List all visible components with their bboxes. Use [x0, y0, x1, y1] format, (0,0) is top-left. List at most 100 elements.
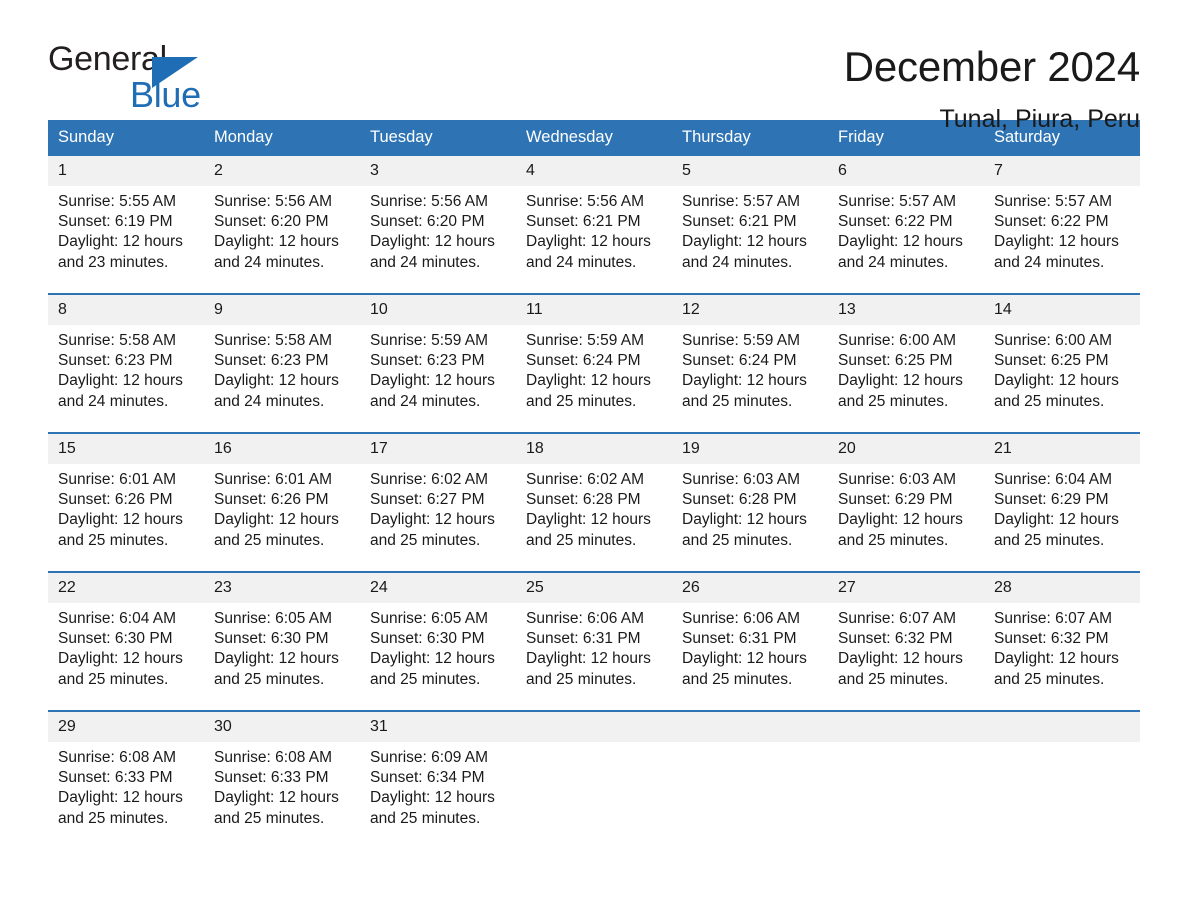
day-daylight-text: Daylight: 12 hours — [370, 789, 495, 807]
day-number-cell[interactable]: 22 — [48, 573, 204, 603]
day-daylight-text: Daylight: 12 hours — [214, 789, 339, 807]
day-sunset-text: Sunset: 6:31 PM — [526, 630, 641, 648]
empty-detail-cell — [828, 742, 984, 848]
day-daylight-text: and 25 minutes. — [838, 670, 949, 688]
day-sunset-text: Sunset: 6:21 PM — [526, 213, 641, 231]
day-sunset-text: Sunset: 6:25 PM — [994, 352, 1109, 370]
day-daylight-text: and 25 minutes. — [58, 809, 169, 827]
day-daylight-text: Daylight: 12 hours — [526, 233, 651, 251]
day-number-cell[interactable]: 17 — [360, 434, 516, 464]
day-number-cell[interactable]: 31 — [360, 712, 516, 742]
day-sunrise-text: Sunrise: 6:06 AM — [526, 610, 645, 627]
day-sunset-text: Sunset: 6:20 PM — [370, 213, 485, 231]
day-number-cell[interactable]: 7 — [984, 156, 1140, 186]
day-sunset-text: Sunset: 6:23 PM — [58, 352, 173, 370]
day-sunrise-text: Sunrise: 6:00 AM — [838, 332, 957, 349]
day-daylight-text: Daylight: 12 hours — [214, 511, 339, 529]
day-number-cell[interactable]: 20 — [828, 434, 984, 464]
day-sunset-text: Sunset: 6:23 PM — [214, 352, 329, 370]
day-daylight-text: Daylight: 12 hours — [214, 233, 339, 251]
day-number-cell[interactable]: 15 — [48, 434, 204, 464]
day-sunset-text: Sunset: 6:27 PM — [370, 491, 485, 509]
empty-detail-cell — [672, 742, 828, 848]
title-block: December 2024 Tunal, Piura, Peru — [844, 42, 1140, 134]
day-number-cell[interactable]: 30 — [204, 712, 360, 742]
day-sunset-text: Sunset: 6:22 PM — [838, 213, 953, 231]
day-number-cell[interactable]: 3 — [360, 156, 516, 186]
empty-day-cell — [516, 712, 672, 742]
day-number-cell[interactable]: 10 — [360, 295, 516, 325]
empty-day-cell — [672, 712, 828, 742]
day-sunset-text: Sunset: 6:34 PM — [370, 769, 485, 787]
day-info-row: Sunrise: 6:08 AM Sunset: 6:33 PM Daylight:… — [48, 742, 1140, 848]
day-sunset-text: Sunset: 6:31 PM — [682, 630, 797, 648]
page-header: General Blue December 2024 Tunal, Piura,… — [48, 0, 1140, 133]
day-number-cell[interactable]: 14 — [984, 295, 1140, 325]
day-detail-cell: Sunrise: 6:04 AM Sunset: 6:29 PM Daylight:… — [984, 464, 1140, 570]
day-daylight-text: and 25 minutes. — [526, 670, 637, 688]
empty-day-cell — [984, 712, 1140, 742]
generalblue-logo[interactable]: General Blue — [48, 42, 248, 115]
day-detail-cell: Sunrise: 6:08 AM Sunset: 6:33 PM Daylight:… — [48, 742, 204, 848]
day-daylight-text: and 25 minutes. — [682, 670, 793, 688]
day-daylight-text: and 25 minutes. — [370, 531, 481, 549]
day-number-cell[interactable]: 2 — [204, 156, 360, 186]
day-daylight-text: Daylight: 12 hours — [214, 650, 339, 668]
day-number-cell[interactable]: 24 — [360, 573, 516, 603]
day-daylight-text: and 25 minutes. — [526, 531, 637, 549]
day-daylight-text: and 25 minutes. — [58, 670, 169, 688]
day-number-cell[interactable]: 25 — [516, 573, 672, 603]
day-number-cell[interactable]: 4 — [516, 156, 672, 186]
logo-text-blue: Blue — [130, 74, 201, 115]
day-detail-cell: Sunrise: 5:59 AM Sunset: 6:23 PM Daylight:… — [360, 325, 516, 431]
day-number-cell[interactable]: 11 — [516, 295, 672, 325]
day-number-cell[interactable]: 28 — [984, 573, 1140, 603]
day-sunset-text: Sunset: 6:30 PM — [214, 630, 329, 648]
day-sunrise-text: Sunrise: 6:05 AM — [214, 610, 333, 627]
day-detail-cell: Sunrise: 5:56 AM Sunset: 6:21 PM Daylight:… — [516, 186, 672, 292]
day-daylight-text: Daylight: 12 hours — [838, 650, 963, 668]
day-detail-cell: Sunrise: 6:07 AM Sunset: 6:32 PM Daylight:… — [828, 603, 984, 709]
day-number-cell[interactable]: 16 — [204, 434, 360, 464]
day-daylight-text: and 25 minutes. — [526, 392, 637, 410]
day-detail-cell: Sunrise: 5:59 AM Sunset: 6:24 PM Daylight:… — [672, 325, 828, 431]
day-number-cell[interactable]: 5 — [672, 156, 828, 186]
day-number-cell[interactable]: 26 — [672, 573, 828, 603]
weekday-header-monday: Monday — [204, 120, 360, 156]
day-number-cell[interactable]: 1 — [48, 156, 204, 186]
day-number-row: 22 23 24 25 26 27 28 — [48, 573, 1140, 603]
day-number-cell[interactable]: 12 — [672, 295, 828, 325]
day-daylight-text: and 24 minutes. — [838, 253, 949, 271]
day-daylight-text: and 24 minutes. — [58, 392, 169, 410]
day-detail-cell: Sunrise: 6:02 AM Sunset: 6:28 PM Daylight:… — [516, 464, 672, 570]
day-number-cell[interactable]: 18 — [516, 434, 672, 464]
day-daylight-text: and 24 minutes. — [994, 253, 1105, 271]
day-number-cell[interactable]: 9 — [204, 295, 360, 325]
day-number-cell[interactable]: 8 — [48, 295, 204, 325]
day-daylight-text: and 24 minutes. — [682, 253, 793, 271]
day-daylight-text: and 25 minutes. — [214, 531, 325, 549]
day-daylight-text: and 24 minutes. — [214, 392, 325, 410]
day-sunset-text: Sunset: 6:33 PM — [214, 769, 329, 787]
day-number-row: 15 16 17 18 19 20 21 — [48, 434, 1140, 464]
calendar-body: 1 2 3 4 5 6 7 Sunrise: 5:55 AM Sunset: 6:19 PM Da… — [48, 156, 1140, 848]
day-sunrise-text: Sunrise: 5:57 AM — [682, 193, 801, 210]
day-number-cell[interactable]: 13 — [828, 295, 984, 325]
day-sunset-text: Sunset: 6:33 PM — [58, 769, 173, 787]
day-detail-cell: Sunrise: 6:09 AM Sunset: 6:34 PM Daylight:… — [360, 742, 516, 848]
day-sunset-text: Sunset: 6:32 PM — [838, 630, 953, 648]
day-number-cell[interactable]: 27 — [828, 573, 984, 603]
day-number-cell[interactable]: 19 — [672, 434, 828, 464]
day-number-cell[interactable]: 29 — [48, 712, 204, 742]
day-daylight-text: and 25 minutes. — [682, 392, 793, 410]
day-sunrise-text: Sunrise: 6:04 AM — [58, 610, 177, 627]
day-daylight-text: and 25 minutes. — [214, 670, 325, 688]
day-daylight-text: and 24 minutes. — [214, 253, 325, 271]
day-sunrise-text: Sunrise: 6:08 AM — [58, 749, 177, 766]
day-number-cell[interactable]: 6 — [828, 156, 984, 186]
day-number-cell[interactable]: 23 — [204, 573, 360, 603]
day-detail-cell: Sunrise: 5:56 AM Sunset: 6:20 PM Daylight:… — [204, 186, 360, 292]
day-sunset-text: Sunset: 6:32 PM — [994, 630, 1109, 648]
weekday-header-sunday: Sunday — [48, 120, 204, 156]
day-number-cell[interactable]: 21 — [984, 434, 1140, 464]
